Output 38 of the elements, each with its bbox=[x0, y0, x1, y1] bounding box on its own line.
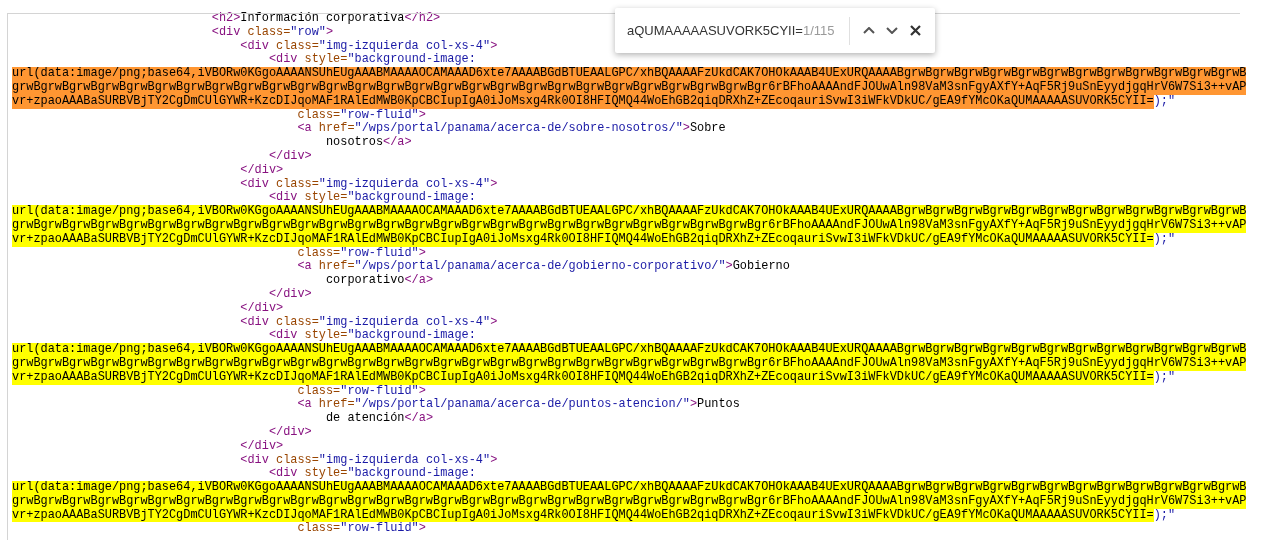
code-line: <a href="/wps/portal/panama/acerca-de/sobre-nosotros/">Sobre bbox=[297, 122, 726, 136]
code-text: );" bbox=[1153, 232, 1176, 247]
match-count: 1/115 bbox=[803, 21, 836, 40]
code-line: <div class="img-izquierda col-xs-4"> bbox=[240, 453, 498, 467]
code-text: );" bbox=[1153, 370, 1176, 385]
code-line: <div style="background-image: bbox=[268, 53, 476, 67]
search-match: url(data:image/png;base64,iVBORw0KGgoAAAANSUhEUgAAABMAAAAOCAMAAAD6xte7AAAABGdBTUEAALGPC/xhBQAAAAFzUkdCAK7OHOkAAAB4UExURQAAAABgrwBgrwBgrwBgrwBgrwBgrwBgrwBgrwBgrwBgrwBgrwBgrwB bbox=[12, 205, 1247, 219]
code-line: </div> bbox=[240, 439, 284, 454]
code-line: <div style="background-image: bbox=[268, 467, 476, 481]
chevron-down-icon bbox=[886, 27, 899, 34]
code-line: <div class="img-izquierda col-xs-4"> bbox=[240, 39, 498, 53]
code-line: de atención</a> bbox=[325, 412, 433, 426]
code-line: </div> bbox=[268, 149, 312, 164]
code-line: <div style="background-image: bbox=[268, 329, 476, 343]
code-text: );" bbox=[1153, 508, 1176, 523]
search-match: url(data:image/png;base64,iVBORw0KGgoAAAANSUhEUgAAABMAAAAOCAMAAAD6xte7AAAABGdBTUEAALGPC/xhBQAAAAFzUkdCAK7OHOkAAAB4UExURQAAAABgrwBgrwBgrwBgrwBgrwBgrwBgrwBgrwBgrwBgrwBgrwBgrwB bbox=[12, 343, 1247, 357]
code-line: class="row-fluid"> bbox=[297, 522, 426, 537]
close-icon bbox=[909, 25, 921, 36]
code-line: corporativo</a> bbox=[325, 274, 433, 288]
code-line: </div> bbox=[240, 301, 284, 316]
code-line: </div> bbox=[268, 425, 312, 440]
find-input[interactable]: aQUMAAAAASUVORK5CYII= bbox=[627, 20, 803, 41]
code-line: class="row-fluid"> bbox=[297, 108, 426, 122]
code-line: <div class="row"> bbox=[211, 25, 334, 40]
code-line: </div> bbox=[268, 287, 312, 302]
code-line: nosotros</a> bbox=[325, 136, 412, 150]
search-match: url(data:image/png;base64,iVBORw0KGgoAAAANSUhEUgAAABMAAAAOCAMAAAD6xte7AAAABGdBTUEAALGPC/xhBQAAAAFzUkdCAK7OHOkAAAB4UExURQAAAABgrwBgrwBgrwBgrwBgrwBgrwBgrwBgrwBgrwBgrwBgrwBgrwB bbox=[12, 67, 1247, 81]
chevron-up-icon bbox=[863, 27, 876, 34]
code-line: <div class="img-izquierda col-xs-4"> bbox=[240, 177, 498, 191]
code-line: <div class="img-izquierda col-xs-4"> bbox=[240, 315, 498, 329]
code-line: <a href="/wps/portal/panama/acerca-de/gobierno-corporativo/">Gobierno bbox=[297, 260, 790, 274]
code-line: <a href="/wps/portal/panama/acerca-de/puntos-atencion/">Puntos bbox=[297, 398, 740, 412]
code-line: <div style="background-image: bbox=[268, 191, 476, 205]
code-line: </div> bbox=[240, 163, 284, 178]
code-line: class="row-fluid"> bbox=[297, 246, 426, 260]
code-text: );" bbox=[1153, 94, 1176, 109]
code-line: class="row-fluid"> bbox=[297, 384, 426, 398]
search-match: url(data:image/png;base64,iVBORw0KGgoAAAANSUhEUgAAABMAAAAOCAMAAAD6xte7AAAABGdBTUEAALGPC/xhBQAAAAFzUkdCAK7OHOkAAAB4UExURQAAAABgrwBgrwBgrwBgrwBgrwBgrwBgrwBgrwBgrwBgrwBgrwBgrwB bbox=[12, 481, 1247, 495]
